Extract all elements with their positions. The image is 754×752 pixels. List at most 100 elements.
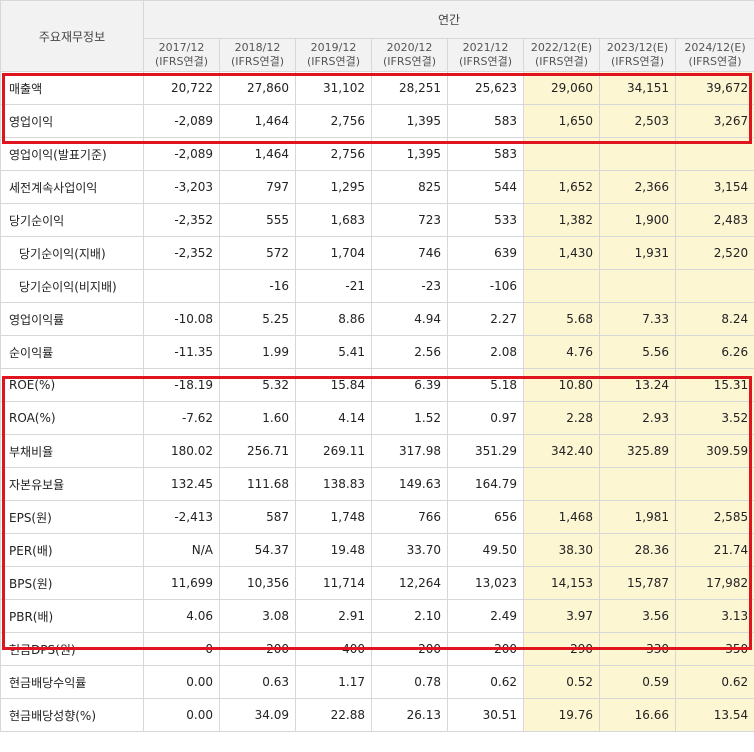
row-label[interactable]: 세전계속사업이익 bbox=[0, 170, 144, 204]
column-date: 2018/12 bbox=[234, 41, 281, 54]
row-label[interactable]: 매출액 bbox=[0, 71, 144, 105]
table-cell: 0.62 bbox=[674, 665, 754, 699]
table-cell: 138.83 bbox=[295, 467, 372, 501]
table-cell: 1.60 bbox=[219, 401, 296, 435]
table-cell: 2.93 bbox=[599, 401, 676, 435]
table-cell: 15,787 bbox=[599, 566, 676, 600]
row-label[interactable]: PER(배) bbox=[0, 533, 144, 567]
table-row: PER(배) N/A 54.37 19.48 33.70 49.50 38.30 28.36 2… bbox=[0, 533, 754, 567]
table-cell: 3.52 bbox=[674, 401, 754, 435]
table-cell: 2,503 bbox=[599, 104, 676, 138]
table-cell: -2,352 bbox=[143, 203, 220, 237]
table-cell: 29,060 bbox=[523, 71, 600, 105]
row-label[interactable]: EPS(원) bbox=[0, 500, 144, 534]
table-cell: 13,023 bbox=[447, 566, 524, 600]
table-cell: 587 bbox=[219, 500, 296, 534]
row-label[interactable]: PBR(배) bbox=[0, 599, 144, 633]
table-row: 현금배당성향(%) 0.00 34.09 22.88 26.13 30.51 19.76 16… bbox=[0, 698, 754, 732]
table-cell: -10.08 bbox=[143, 302, 220, 336]
table-cell: -23 bbox=[371, 269, 448, 303]
column-date: 2017/12 bbox=[158, 41, 205, 54]
table-cell: 2.10 bbox=[371, 599, 448, 633]
row-label[interactable]: 당기순이익 bbox=[0, 203, 144, 237]
table-cell: 13.24 bbox=[599, 368, 676, 402]
table-row: PBR(배) 4.06 3.08 2.91 2.10 2.49 3.97 3.56 3.13 bbox=[0, 599, 754, 633]
table-cell: 30.51 bbox=[447, 698, 524, 732]
table-cell: 1,748 bbox=[295, 500, 372, 534]
table-cell bbox=[143, 269, 220, 303]
table-cell: 3,154 bbox=[674, 170, 754, 204]
table-cell: 17,982 bbox=[674, 566, 754, 600]
table-cell: 6.26 bbox=[674, 335, 754, 369]
financial-summary-table: 주요재무정보 연간 2017/12 (IFRS연결) 2018/12 (IFRS연결)… bbox=[0, 0, 754, 732]
row-label[interactable]: ROE(%) bbox=[0, 368, 144, 402]
table-row: 당기순이익 -2,352 555 1,683 723 533 1,382 1,900 2,483 bbox=[0, 203, 754, 237]
table-cell: 3.13 bbox=[674, 599, 754, 633]
table-cell: 3.08 bbox=[219, 599, 296, 633]
table-cell: 11,699 bbox=[143, 566, 220, 600]
row-label[interactable]: 영업이익 bbox=[0, 104, 144, 138]
table-cell: 1,650 bbox=[523, 104, 600, 138]
table-cell: 5.32 bbox=[219, 368, 296, 402]
table-cell: -11.35 bbox=[143, 335, 220, 369]
column-header-2: 2019/12 (IFRS연결) bbox=[295, 38, 372, 72]
table-cell: 350 bbox=[674, 632, 754, 666]
row-label[interactable]: BPS(원) bbox=[0, 566, 144, 600]
column-date: 2021/12 bbox=[462, 41, 509, 54]
table-cell: 766 bbox=[371, 500, 448, 534]
table-cell: 825 bbox=[371, 170, 448, 204]
table-row: 영업이익(발표기준) -2,089 1,464 2,756 1,395 583 bbox=[0, 137, 754, 171]
column-basis: (IFRS연결) bbox=[610, 55, 665, 68]
row-label[interactable]: 현금DPS(원) bbox=[0, 632, 144, 666]
table-cell: -21 bbox=[295, 269, 372, 303]
table-cell: 28,251 bbox=[371, 71, 448, 105]
table-cell: 149.63 bbox=[371, 467, 448, 501]
row-label[interactable]: 영업이익(발표기준) bbox=[0, 137, 144, 171]
table-cell: 10,356 bbox=[219, 566, 296, 600]
table-row: 부채비율 180.02 256.71 269.11 317.98 351.29 342.40… bbox=[0, 434, 754, 468]
table-cell bbox=[599, 467, 676, 501]
table-cell: 2,483 bbox=[674, 203, 754, 237]
row-label[interactable]: 당기순이익(비지배) bbox=[0, 269, 144, 303]
table-cell: 746 bbox=[371, 236, 448, 270]
row-label[interactable]: 당기순이익(지배) bbox=[0, 236, 144, 270]
table-cell: 4.76 bbox=[523, 335, 600, 369]
table-cell: 1,683 bbox=[295, 203, 372, 237]
table-cell: 6.39 bbox=[371, 368, 448, 402]
row-label[interactable]: 순이익률 bbox=[0, 335, 144, 369]
table-cell: 39,672 bbox=[674, 71, 754, 105]
table-cell: 54.37 bbox=[219, 533, 296, 567]
table-cell: 4.14 bbox=[295, 401, 372, 435]
table-cell bbox=[674, 137, 754, 171]
row-label[interactable]: 영업이익률 bbox=[0, 302, 144, 336]
table-cell: 1,931 bbox=[599, 236, 676, 270]
table-cell: 22.88 bbox=[295, 698, 372, 732]
table-cell: 25,623 bbox=[447, 71, 524, 105]
table-cell: 11,714 bbox=[295, 566, 372, 600]
table-cell: 583 bbox=[447, 104, 524, 138]
table-row: BPS(원) 11,699 10,356 11,714 12,264 13,023 14,1… bbox=[0, 566, 754, 600]
row-label[interactable]: 현금배당성향(%) bbox=[0, 698, 144, 732]
row-label[interactable]: 자본유보율 bbox=[0, 467, 144, 501]
table-cell: 2,366 bbox=[599, 170, 676, 204]
row-label[interactable]: ROA(%) bbox=[0, 401, 144, 435]
row-label[interactable]: 부채비율 bbox=[0, 434, 144, 468]
table-cell: 16.66 bbox=[599, 698, 676, 732]
table-cell bbox=[674, 269, 754, 303]
column-header-3: 2020/12 (IFRS연결) bbox=[371, 38, 448, 72]
table-row: 영업이익 -2,089 1,464 2,756 1,395 583 1,650 2,503 3,… bbox=[0, 104, 754, 138]
table-cell: 0.52 bbox=[523, 665, 600, 699]
column-date: 2023/12(E) bbox=[606, 41, 669, 54]
table-cell: 12,264 bbox=[371, 566, 448, 600]
table-row: 당기순이익(비지배) -16 -21 -23 -106 bbox=[0, 269, 754, 303]
column-date: 2020/12 bbox=[386, 41, 433, 54]
table-cell: 3.97 bbox=[523, 599, 600, 633]
table-cell: 180.02 bbox=[143, 434, 220, 468]
table-cell: 1,295 bbox=[295, 170, 372, 204]
table-cell: 10.80 bbox=[523, 368, 600, 402]
table-cell: 1,652 bbox=[523, 170, 600, 204]
table-cell: 19.48 bbox=[295, 533, 372, 567]
row-label[interactable]: 현금배당수익률 bbox=[0, 665, 144, 699]
column-header-1: 2018/12 (IFRS연결) bbox=[219, 38, 296, 72]
table-cell: 34,151 bbox=[599, 71, 676, 105]
